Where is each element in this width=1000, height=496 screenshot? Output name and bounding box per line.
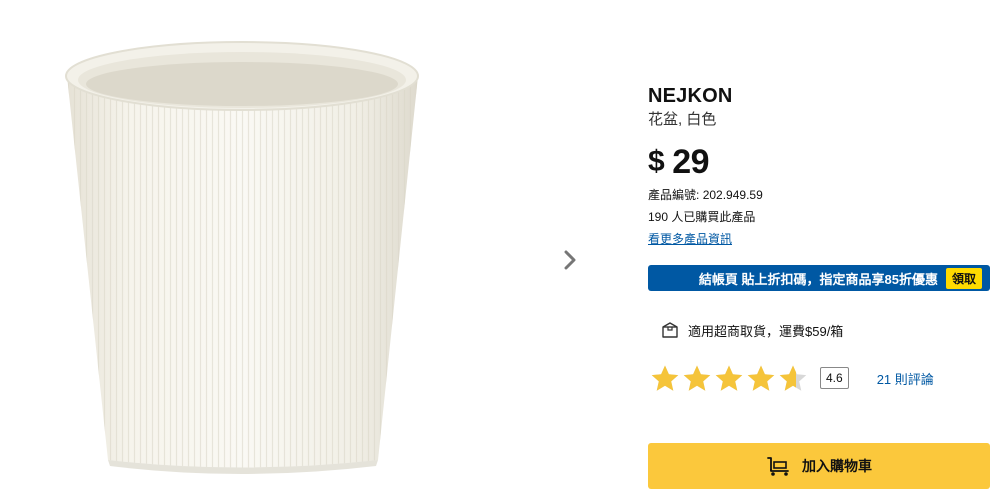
flower-pot-image bbox=[65, 41, 419, 474]
chevron-right-icon bbox=[564, 250, 576, 270]
star-icon bbox=[682, 364, 712, 392]
article-number: 202.949.59 bbox=[702, 188, 763, 202]
more-info-link[interactable]: 看更多產品資訊 bbox=[648, 230, 732, 248]
star-icon bbox=[650, 364, 680, 392]
bought-count: 190 人已購買此產品 bbox=[648, 210, 756, 224]
pickup-text: 適用超商取貨，運費$59/箱 bbox=[688, 323, 844, 339]
reviews-link[interactable]: 21 則評論 bbox=[877, 369, 934, 388]
promo-text: 結帳頁 貼上折扣碼，指定商品享85折優惠 bbox=[698, 271, 938, 287]
promo-claim-button[interactable]: 領取 bbox=[945, 267, 982, 289]
article-number-label: 產品編號: bbox=[648, 188, 700, 202]
add-to-cart-label: 加入購物車 bbox=[802, 458, 872, 474]
price-currency: $ bbox=[648, 145, 665, 178]
product-description: 花盆, 白色 bbox=[648, 111, 717, 128]
pickup-info: 適用超商取貨，運費$59/箱 bbox=[660, 320, 843, 340]
product-name: NEJKON bbox=[648, 85, 733, 107]
rating-stars bbox=[650, 364, 810, 392]
product-image-area bbox=[0, 0, 640, 496]
cart-icon bbox=[766, 455, 792, 477]
next-image-button[interactable] bbox=[556, 244, 584, 276]
rating-row[interactable]: 4.6 21 則評論 bbox=[650, 364, 934, 392]
promo-banner[interactable]: 結帳頁 貼上折扣碼，指定商品享85折優惠 領取 bbox=[648, 265, 990, 291]
rating-value: 4.6 bbox=[820, 367, 849, 389]
package-icon bbox=[660, 320, 680, 340]
article-number-row: 產品編號: 202.949.59 bbox=[648, 186, 990, 204]
star-icon bbox=[714, 364, 744, 392]
star-icon bbox=[778, 364, 808, 392]
star-icon bbox=[746, 364, 776, 392]
price: $ 29 bbox=[648, 142, 990, 182]
product-info: NEJKON 花盆, 白色 $ 29 產品編號: 202.949.59 190 … bbox=[648, 84, 990, 248]
add-to-cart-button[interactable]: 加入購物車 bbox=[648, 443, 990, 489]
price-value: 29 bbox=[672, 143, 710, 181]
